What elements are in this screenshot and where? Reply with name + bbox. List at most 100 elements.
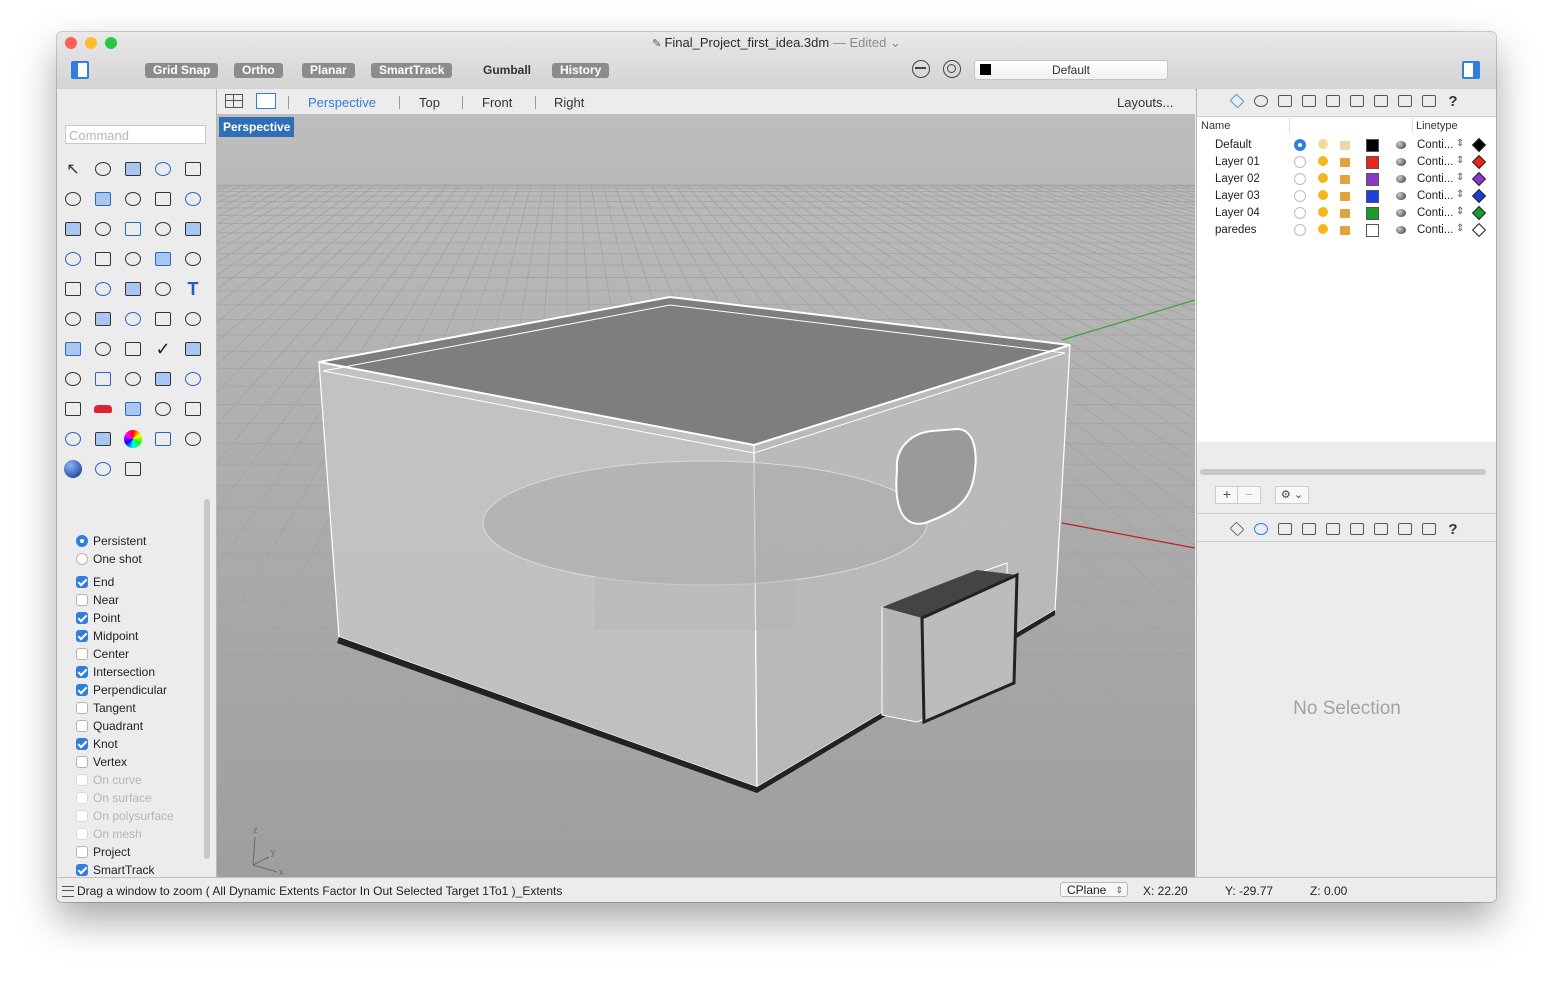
point-icon[interactable] [91, 157, 115, 181]
split-icon[interactable] [181, 247, 205, 271]
help-icon[interactable]: ? [1443, 91, 1463, 111]
smarttrack-button[interactable]: SmartTrack [371, 63, 453, 78]
layer-linetype[interactable]: Conti... [1417, 156, 1453, 168]
layer-name[interactable]: paredes [1215, 224, 1257, 236]
current-layer-radio[interactable] [1294, 207, 1306, 219]
add-layer-button[interactable]: + [1215, 486, 1239, 504]
zoom-window-icon[interactable] [121, 367, 145, 391]
current-layer-radio[interactable] [1294, 224, 1306, 236]
coordinate-icon[interactable] [121, 457, 145, 481]
layer-linetype[interactable]: Conti... [1417, 190, 1453, 202]
arc-icon[interactable] [91, 187, 115, 211]
properties-tab-icon[interactable] [1251, 519, 1271, 539]
document-tab-icon[interactable] [1275, 91, 1295, 111]
command-history-icon[interactable] [62, 886, 74, 897]
material-icon[interactable] [151, 397, 175, 421]
car-icon[interactable] [91, 397, 115, 421]
shading-cone-icon[interactable] [91, 457, 115, 481]
notes-tab-icon[interactable] [1371, 91, 1391, 111]
lock-icon[interactable] [1340, 158, 1350, 167]
explode-icon[interactable] [91, 247, 115, 271]
command-input[interactable]: Command [65, 125, 206, 144]
layer-color-swatch[interactable] [1366, 207, 1379, 220]
current-layer-radio[interactable] [1294, 139, 1306, 151]
lightbulb-icon[interactable] [1318, 190, 1328, 200]
planar-button[interactable]: Planar [302, 63, 355, 78]
curve-icon[interactable] [151, 157, 175, 181]
rectangle-icon[interactable] [121, 187, 145, 211]
layer-name[interactable]: Layer 01 [1215, 156, 1260, 168]
current-layer-radio[interactable] [1294, 190, 1306, 202]
align-icon[interactable] [91, 337, 115, 361]
hatch-icon[interactable] [181, 307, 205, 331]
lightbulb-icon[interactable] [1318, 224, 1328, 234]
material-ball-icon[interactable] [1396, 158, 1406, 166]
select-arrow-icon[interactable]: ↖ [61, 157, 85, 181]
print-color-diamond-icon[interactable] [1471, 188, 1487, 204]
layer-row[interactable]: Default Conti... ⇕ [1197, 137, 1496, 154]
lightbulb-icon[interactable] [1318, 207, 1328, 217]
circle-icon[interactable] [181, 157, 205, 181]
print-color-diamond-icon[interactable] [1471, 137, 1487, 153]
materials-tab-icon[interactable] [1347, 519, 1367, 539]
lightbulb-icon[interactable] [1318, 139, 1328, 149]
layer-linetype[interactable]: Conti... [1417, 173, 1453, 185]
render-icon[interactable] [121, 397, 145, 421]
layer-color-swatch[interactable] [1366, 190, 1379, 203]
box-solid-icon[interactable] [121, 217, 145, 241]
toggle-left-sidebar-button[interactable] [71, 61, 89, 79]
layer-color-swatch[interactable] [1366, 173, 1379, 186]
trim-icon[interactable] [151, 247, 175, 271]
polyline-icon[interactable] [121, 157, 145, 181]
layer-color-swatch[interactable] [1366, 224, 1379, 237]
layers-scrollbar[interactable] [1200, 469, 1486, 475]
shaded-sphere-icon[interactable] [61, 457, 85, 481]
object-tab-icon[interactable] [1299, 91, 1319, 111]
layer-row[interactable]: Layer 03 Conti... ⇕ [1197, 188, 1496, 205]
check-icon[interactable]: ✓ [151, 337, 175, 361]
grid-snap-button[interactable]: Grid Snap [145, 63, 219, 78]
four-view-layout-icon[interactable] [225, 94, 243, 108]
tab-top[interactable]: Top [419, 95, 440, 110]
gumball-button[interactable]: Gumball [483, 63, 531, 78]
ortho-button[interactable]: Ortho [234, 63, 283, 78]
remove-layer-button[interactable]: − [1237, 486, 1261, 504]
print-color-diamond-icon[interactable] [1471, 171, 1487, 187]
layers-tab-icon[interactable] [1227, 91, 1247, 111]
tab-front[interactable]: Front [482, 95, 512, 110]
display-tab-icon[interactable] [1395, 519, 1415, 539]
layout-icon[interactable] [91, 307, 115, 331]
group-icon[interactable] [61, 277, 85, 301]
lock-icon[interactable] [1340, 192, 1350, 201]
print-color-diamond-icon[interactable] [1471, 205, 1487, 221]
screen-tab-icon[interactable] [1419, 519, 1439, 539]
layer-row[interactable]: Layer 01 Conti... ⇕ [1197, 154, 1496, 171]
boolean-icon[interactable] [121, 247, 145, 271]
zoom-icon[interactable] [91, 367, 115, 391]
document-tab-icon[interactable] [1275, 519, 1295, 539]
perspective-viewport[interactable]: z y x [217, 115, 1195, 877]
object-tab-icon[interactable] [1299, 519, 1319, 539]
fillet-icon[interactable] [181, 187, 205, 211]
sphere-wire-icon[interactable] [151, 427, 175, 451]
layer-row[interactable]: Layer 04 Conti... ⇕ [1197, 205, 1496, 222]
layer-icon[interactable] [91, 427, 115, 451]
edited-indicator[interactable]: — Edited ⌄ [833, 35, 901, 50]
single-view-layout-icon[interactable] [256, 93, 276, 109]
layer-color-swatch[interactable] [1366, 139, 1379, 152]
cylinder-icon[interactable] [181, 217, 205, 241]
layer-linetype[interactable]: Conti... [1417, 139, 1453, 151]
rotate-icon[interactable] [121, 277, 145, 301]
globe-icon[interactable] [181, 427, 205, 451]
text-icon[interactable]: T [181, 277, 205, 301]
layer-name[interactable]: Default [1215, 139, 1251, 151]
layer-color-swatch[interactable] [1366, 156, 1379, 169]
help-icon[interactable]: ? [1443, 519, 1463, 539]
current-layer-radio[interactable] [1294, 173, 1306, 185]
sweep-icon[interactable] [91, 217, 115, 241]
material-ball-icon[interactable] [1396, 175, 1406, 183]
lock-icon[interactable] [1340, 209, 1350, 218]
osnap-target-icon[interactable] [912, 60, 930, 78]
lightbulb-icon[interactable] [1318, 156, 1328, 166]
toggle-right-sidebar-button[interactable] [1462, 61, 1480, 79]
